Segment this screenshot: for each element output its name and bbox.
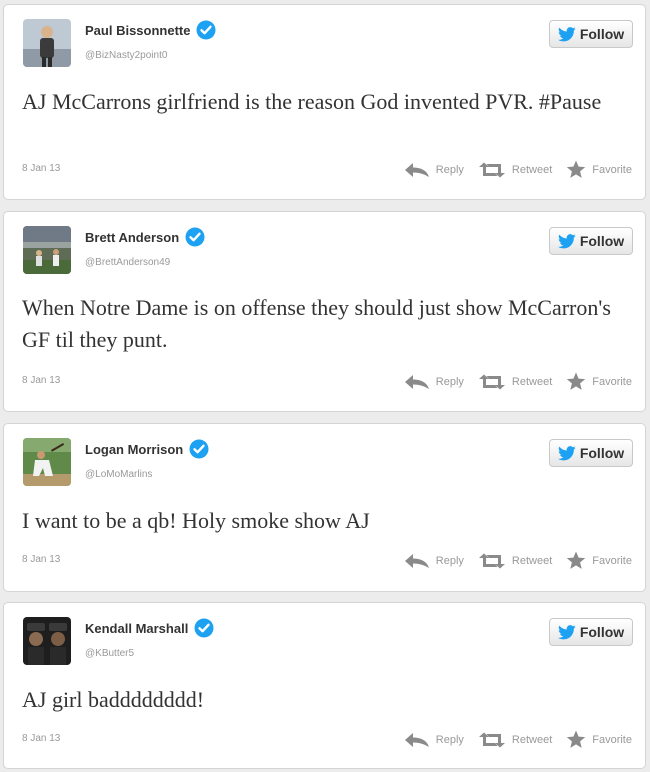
retweet-label: Retweet: [511, 554, 553, 567]
reply-label: Reply: [435, 163, 464, 176]
author-handle[interactable]: @KButter5: [85, 648, 134, 659]
author-row: Kendall Marshall: [85, 618, 214, 638]
tweet-card: Paul Bissonnette @BizNasty2point0 Follow…: [3, 4, 646, 200]
favorite-label: Favorite: [592, 554, 632, 567]
retweet-button[interactable]: Retweet: [478, 553, 552, 569]
reply-icon: [404, 162, 429, 177]
twitter-bird-icon: [557, 233, 576, 248]
twitter-bird-icon: [557, 26, 576, 41]
tweet-date[interactable]: 8 Jan 13: [22, 733, 60, 744]
author-row: Logan Morrison: [85, 439, 209, 459]
follow-button[interactable]: Follow: [549, 227, 633, 255]
tweet-text: AJ girl badddddddd!: [22, 687, 205, 712]
author-row: Paul Bissonnette: [85, 20, 216, 40]
tweet-actions: Reply Retweet Favorite: [404, 730, 632, 749]
reply-button[interactable]: Reply: [404, 162, 464, 178]
retweet-icon: [478, 732, 505, 747]
verified-badge-icon: [194, 618, 214, 638]
star-icon: [567, 730, 586, 748]
favorite-label: Favorite: [592, 733, 632, 746]
verified-badge-icon: [189, 439, 209, 459]
follow-label: Follow: [579, 26, 625, 42]
reply-button[interactable]: Reply: [404, 732, 464, 748]
tweet-text: I want to be a qb! Holy smoke show AJ: [22, 508, 370, 533]
tweet-date[interactable]: 8 Jan 13: [22, 163, 60, 174]
retweet-icon: [478, 374, 505, 389]
reply-button[interactable]: Reply: [404, 553, 464, 569]
author-handle[interactable]: @LoMoMarlins: [85, 469, 152, 480]
star-icon: [567, 372, 586, 390]
favorite-label: Favorite: [592, 163, 632, 176]
retweet-label: Retweet: [511, 375, 553, 388]
author-name[interactable]: Paul Bissonnette: [85, 23, 190, 38]
reply-button[interactable]: Reply: [404, 374, 464, 390]
verified-badge-icon: [185, 227, 205, 247]
follow-button[interactable]: Follow: [549, 618, 633, 646]
star-icon: [567, 160, 586, 178]
retweet-button[interactable]: Retweet: [478, 162, 552, 178]
avatar[interactable]: [23, 226, 71, 274]
follow-label: Follow: [579, 445, 625, 461]
favorite-button[interactable]: Favorite: [566, 160, 632, 179]
verified-badge-icon: [196, 20, 216, 40]
retweet-label: Retweet: [511, 163, 553, 176]
author-name[interactable]: Logan Morrison: [85, 442, 183, 457]
twitter-bird-icon: [557, 624, 576, 639]
tweet-card: Kendall Marshall @KButter5 Follow AJ gir…: [3, 602, 646, 769]
follow-button[interactable]: Follow: [549, 20, 633, 48]
avatar[interactable]: [23, 617, 71, 665]
reply-label: Reply: [435, 375, 464, 388]
follow-button[interactable]: Follow: [549, 439, 633, 467]
retweet-button[interactable]: Retweet: [478, 374, 552, 390]
twitter-bird-icon: [557, 445, 576, 460]
reply-icon: [404, 374, 429, 389]
tweet-date[interactable]: 8 Jan 13: [22, 375, 60, 386]
retweet-label: Retweet: [511, 733, 553, 746]
avatar[interactable]: [23, 19, 71, 67]
author-row: Brett Anderson: [85, 227, 205, 247]
reply-label: Reply: [435, 554, 464, 567]
favorite-button[interactable]: Favorite: [566, 372, 632, 391]
tweet-text: AJ McCarrons girlfriend is the reason Go…: [22, 89, 602, 114]
star-icon: [567, 551, 586, 569]
author-handle[interactable]: @BizNasty2point0: [85, 50, 167, 61]
tweet-card: Logan Morrison @LoMoMarlins Follow I wan…: [3, 423, 646, 592]
favorite-button[interactable]: Favorite: [566, 551, 632, 570]
follow-label: Follow: [579, 624, 625, 640]
author-name[interactable]: Kendall Marshall: [85, 621, 188, 636]
reply-icon: [404, 732, 429, 747]
tweet-actions: Reply Retweet Favorite: [404, 372, 632, 391]
retweet-icon: [478, 162, 505, 177]
retweet-button[interactable]: Retweet: [478, 732, 552, 748]
tweet-text: When Notre Dame is on offense they shoul…: [22, 295, 611, 352]
tweet-actions: Reply Retweet Favorite: [404, 160, 632, 179]
tweet-date[interactable]: 8 Jan 13: [22, 554, 60, 565]
tweet-card: Brett Anderson @BrettAnderson49 Follow W…: [3, 211, 646, 412]
favorite-button[interactable]: Favorite: [566, 730, 632, 749]
tweet-actions: Reply Retweet Favorite: [404, 551, 632, 570]
retweet-icon: [478, 553, 505, 568]
follow-label: Follow: [579, 233, 625, 249]
reply-label: Reply: [435, 733, 464, 746]
reply-icon: [404, 553, 429, 568]
avatar[interactable]: [23, 438, 71, 486]
author-handle[interactable]: @BrettAnderson49: [85, 257, 170, 268]
author-name[interactable]: Brett Anderson: [85, 230, 179, 245]
favorite-label: Favorite: [592, 375, 632, 388]
